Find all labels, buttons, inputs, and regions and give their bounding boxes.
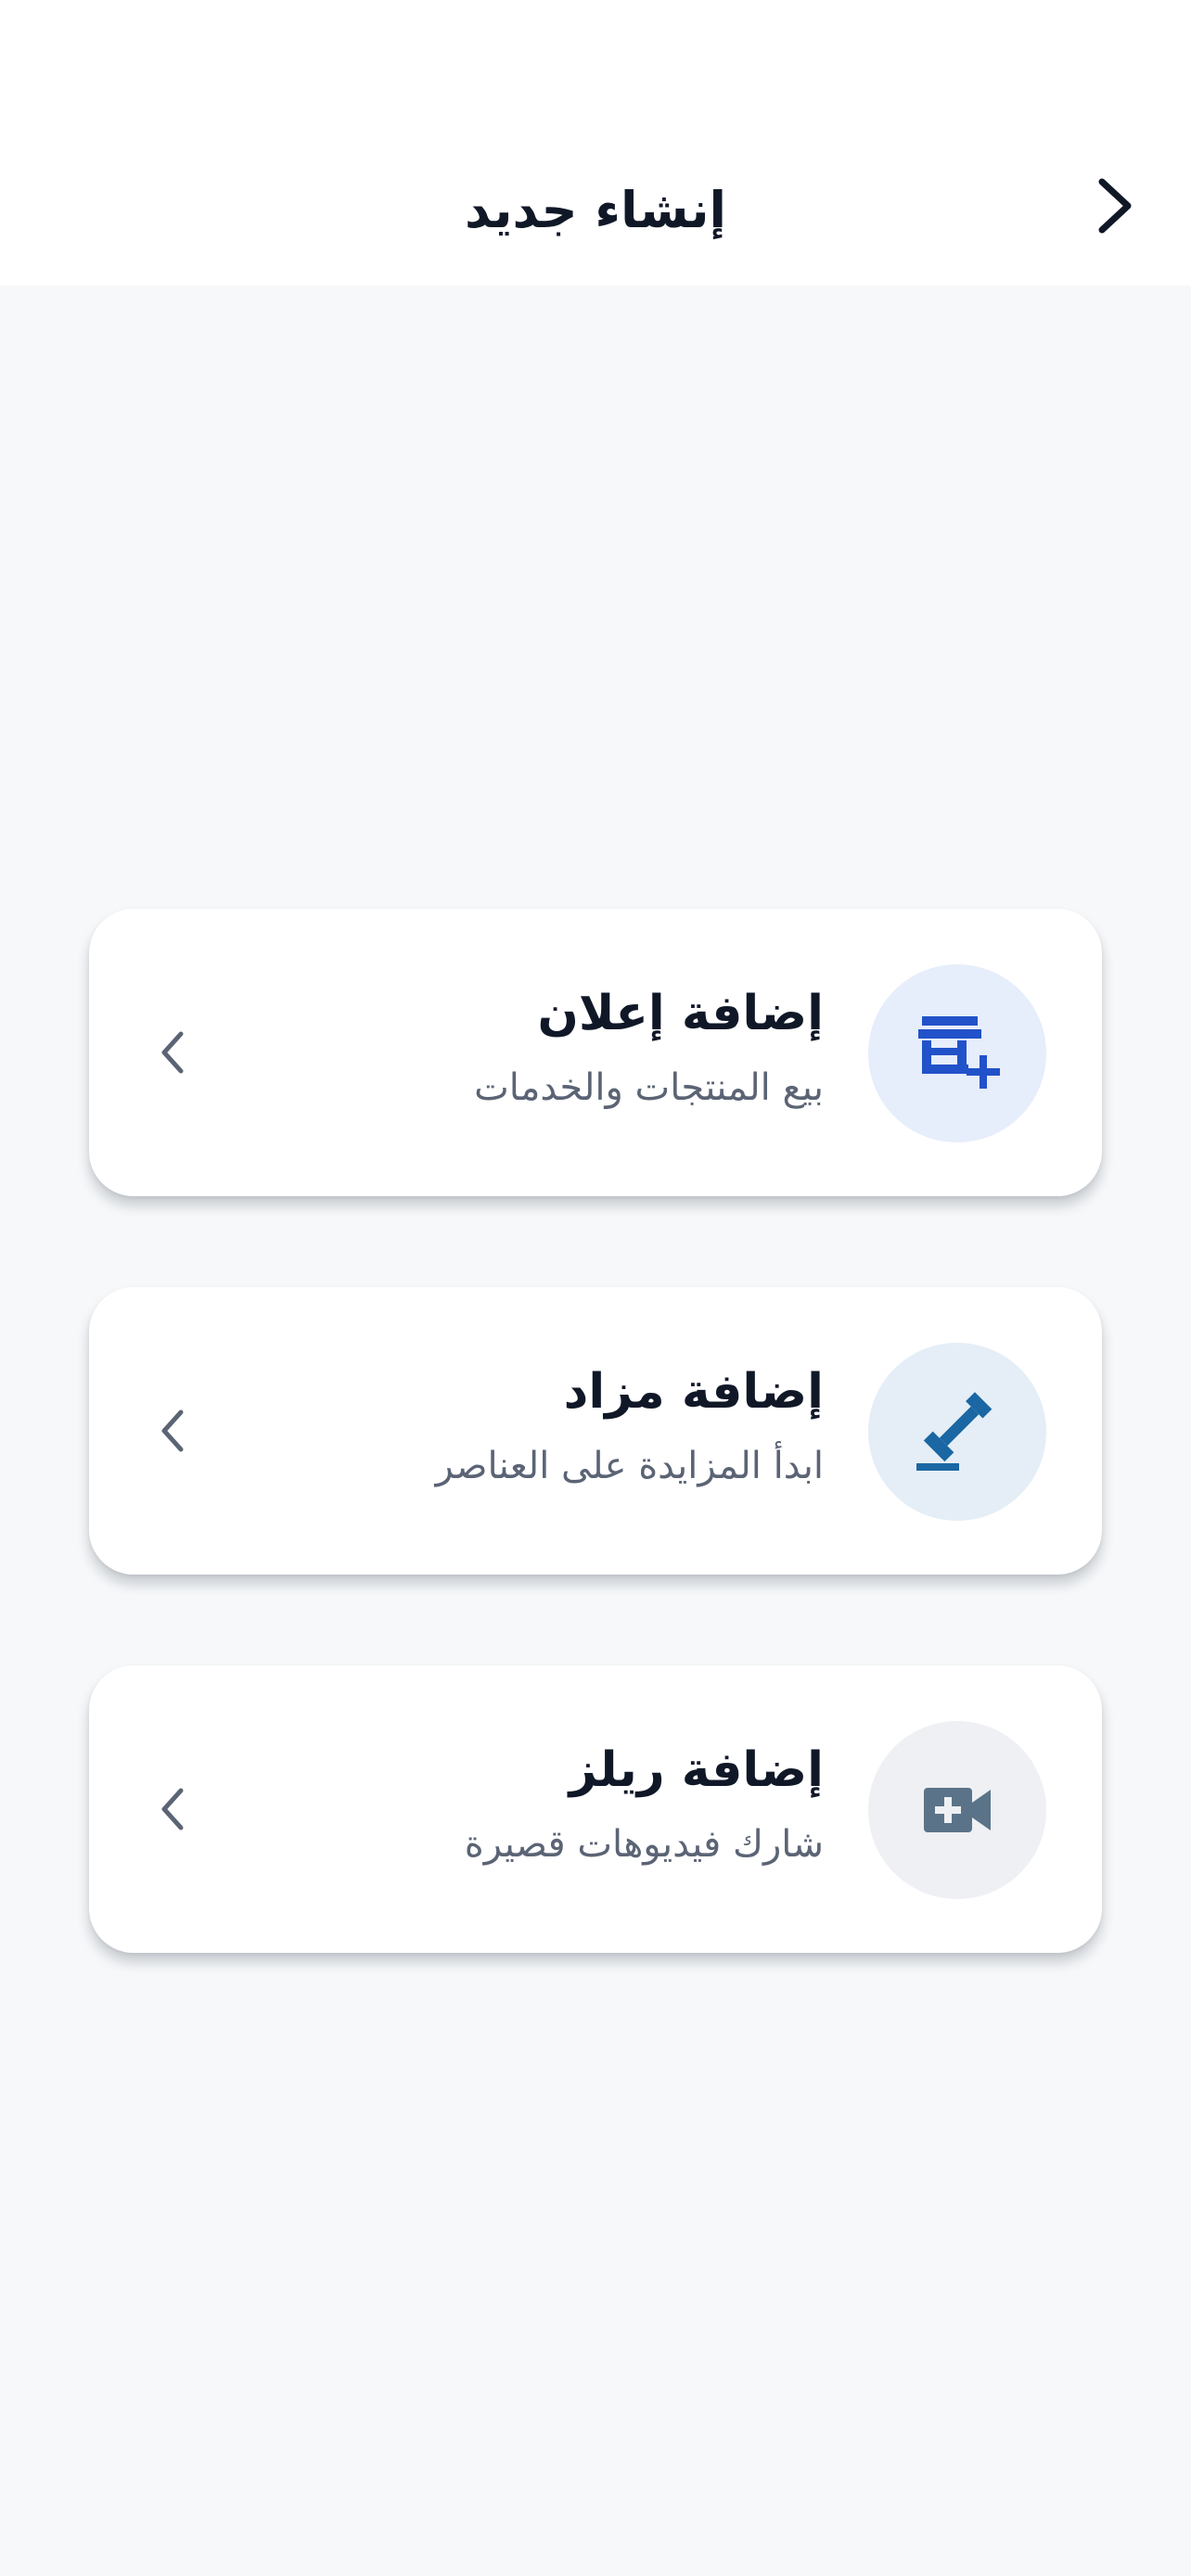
page-title: إنشاء جديد (465, 181, 726, 239)
back-button[interactable] (1082, 172, 1148, 239)
video-add-icon (924, 1788, 991, 1832)
add-listing-icon-circle (868, 964, 1046, 1142)
add-auction-icon-circle (868, 1343, 1046, 1521)
add-reels-card[interactable]: إضافة ريلز شارك فيديوهات قصيرة (89, 1665, 1102, 1953)
add-reels-subtitle: شارك فيديوهات قصيرة (464, 1823, 824, 1866)
add-listing-card[interactable]: إضافة إعلان بيع المنتجات والخدمات (89, 909, 1102, 1196)
add-auction-subtitle: ابدأ المزايدة على العناصر (435, 1445, 824, 1487)
chevron-right-icon (1098, 178, 1132, 234)
storefront-add-icon (918, 1016, 1000, 1089)
chevron-left-icon (145, 1781, 200, 1837)
add-auction-title: إضافة مزاد (563, 1364, 824, 1420)
add-listing-title: إضافة إعلان (537, 986, 825, 1041)
add-listing-subtitle: بيع المنتجات والخدمات (474, 1066, 824, 1109)
top-bar: إنشاء جديد (0, 0, 1191, 286)
add-reels-icon-circle (868, 1721, 1046, 1899)
add-auction-card[interactable]: إضافة مزاد ابدأ المزايدة على العناصر (89, 1287, 1102, 1575)
chevron-left-icon (145, 1025, 200, 1080)
chevron-left-icon (145, 1403, 200, 1459)
gavel-icon (916, 1392, 992, 1471)
add-reels-title: إضافة ريلز (569, 1742, 824, 1798)
